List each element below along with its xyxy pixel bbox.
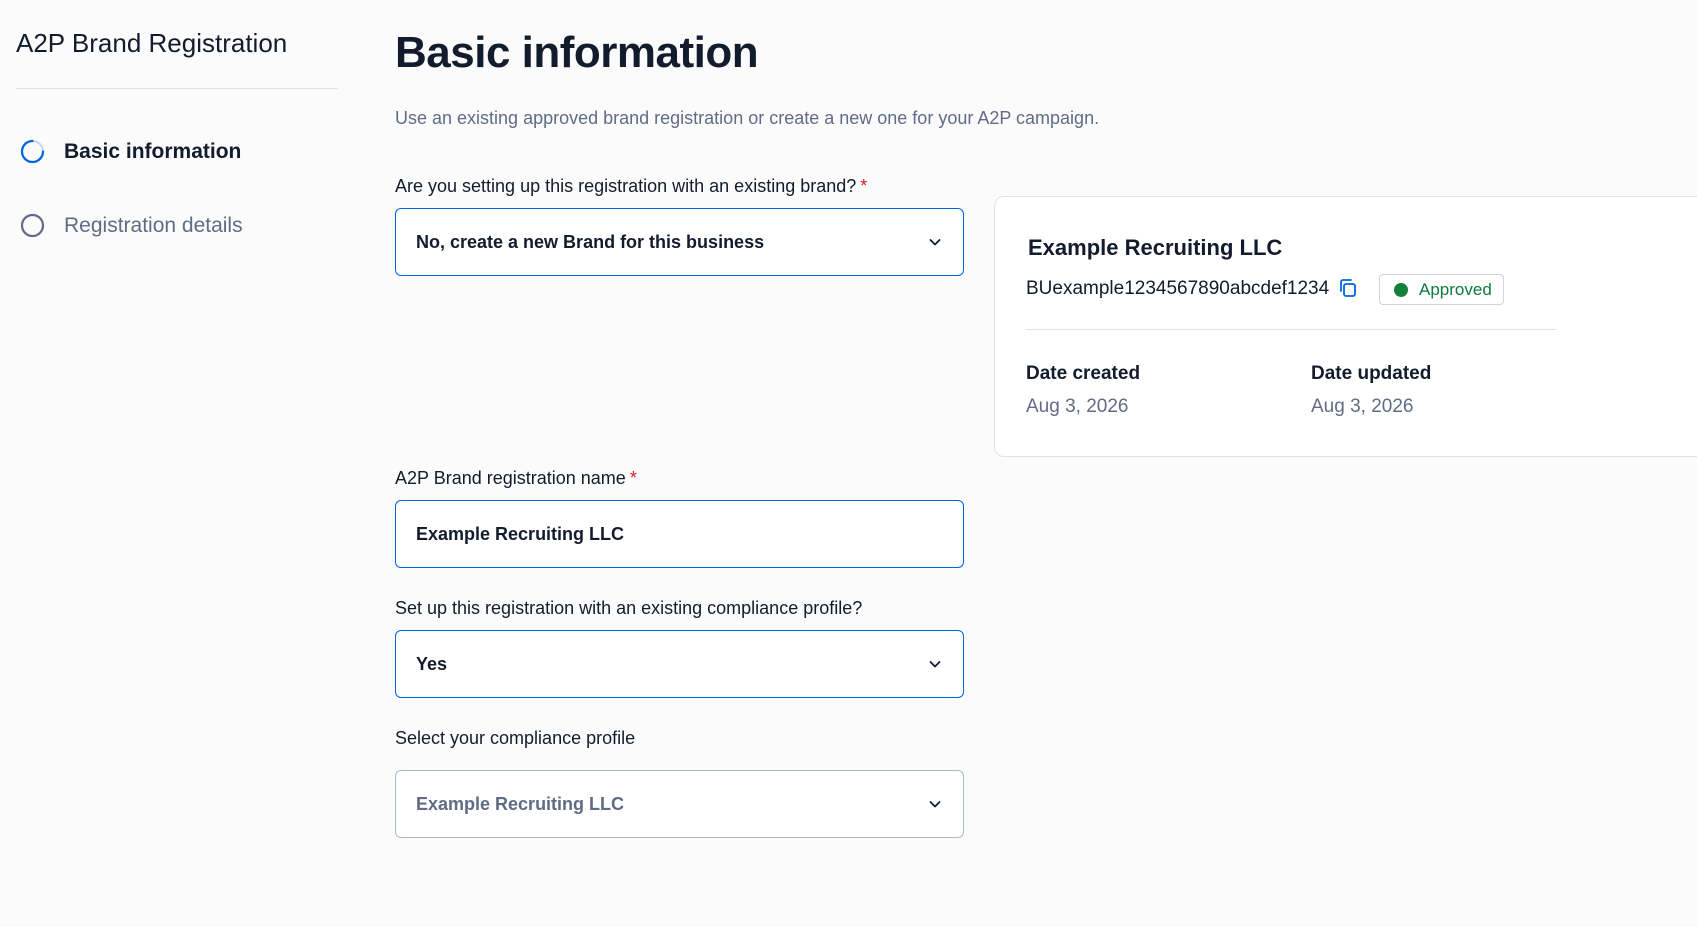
status-badge: Approved [1379,274,1504,305]
sidebar-step-basic-information[interactable]: Basic information [20,139,241,164]
sidebar-step-label: Registration details [64,213,243,237]
sidebar-step-registration-details[interactable]: Registration details [20,213,243,238]
chevron-down-icon [929,801,941,808]
existing-compliance-profile-label: Set up this registration with an existin… [395,598,863,618]
brand-registration-name-input[interactable]: Example Recruiting LLC [395,500,964,568]
existing-brand-label: Are you setting up this registration wit… [395,176,867,197]
existing-compliance-profile-select-value: Yes [416,653,448,674]
chevron-down-icon [929,661,941,668]
existing-compliance-profile-select[interactable]: Yes [395,630,964,698]
progress-circle-icon [20,139,45,164]
sidebar-divider [16,88,338,89]
compliance-profile-select-value: Example Recruiting LLC [416,793,625,814]
existing-brand-label-text: Are you setting up this registration wit… [395,176,857,196]
brand-id: BUexample1234567890abcdef1234 [1026,278,1330,299]
date-created-label: Date created [1026,363,1141,384]
status-badge-label: Approved [1419,279,1492,299]
brand-registration-name-label: A2P Brand registration name * [395,468,637,489]
chevron-down-icon [929,239,941,246]
existing-brand-select[interactable]: No, create a new Brand for this business [395,208,964,276]
brand-summary-card: Example Recruiting LLC BUexample12345678… [994,196,1697,457]
existing-brand-select-value: No, create a new Brand for this business [416,231,765,252]
compliance-profile-label: Select your compliance profile [395,728,636,748]
empty-circle-icon [20,213,45,238]
card-divider [1026,329,1556,330]
brand-registration-name-value: Example Recruiting LLC [416,523,625,544]
page-subtitle: Use an existing approved brand registrat… [395,108,1100,128]
page-title: Basic information [395,28,759,77]
compliance-profile-select[interactable]: Example Recruiting LLC [395,770,964,838]
brand-name: Example Recruiting LLC [1028,235,1283,260]
date-created-value: Aug 3, 2026 [1026,396,1129,417]
date-updated-value: Aug 3, 2026 [1311,396,1414,417]
brand-registration-name-label-text: A2P Brand registration name [395,468,626,488]
required-indicator: * [860,176,868,196]
date-updated-label: Date updated [1311,363,1432,384]
sidebar-step-label: Basic information [64,139,242,163]
sidebar-title: A2P Brand Registration [16,28,288,58]
page: A2P Brand Registration Basic information… [0,0,1697,927]
required-indicator: * [629,468,637,488]
status-dot-icon [1394,282,1408,297]
copy-icon[interactable] [1337,277,1359,299]
